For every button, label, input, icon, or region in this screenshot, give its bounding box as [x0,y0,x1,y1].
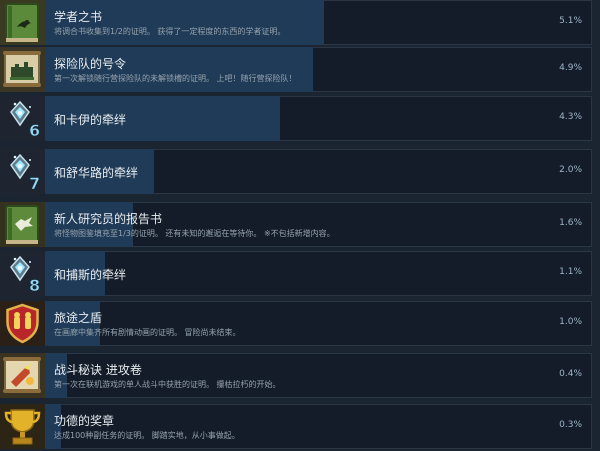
achievement-row[interactable]: 功德的奖章达成100种副任务的证明。 脚踏实地，从小事做起。 0.3% [0,404,600,449]
bond-crystal-6-icon: 6 [0,96,45,141]
red-shield-icon [0,301,45,346]
unlock-percentage: 4.3% [559,112,582,122]
achievement-title: 功德的奖章 [54,414,115,428]
achievement-description: 第一次解锁随行营探险队的未解锁槽的证明。 上吧！随行营探险队！ [54,74,297,83]
achievement-title: 战斗秘诀 进攻卷 [54,363,142,377]
unlock-percentage: 2.0% [559,165,582,175]
achievement-row[interactable]: 学者之书将调合书收集到1/2的证明。 获得了一定程度的东西的学者证明。 5.1% [0,0,600,45]
achievement-row[interactable]: 旅途之盾在画廊中集齐所有剧情动画的证明。 冒险尚未结束。 1.0% [0,301,600,346]
achievement-row-background [45,404,592,449]
achievement-title: 和舒华路的牵绊 [54,166,139,180]
achievement-row[interactable]: 新人研究员的报告书将怪物图鉴填充至1/3的证明。 还有未知的邂逅在等待你。 ※不… [0,202,600,247]
bond-level-number: 8 [29,276,40,295]
unlock-percentage: 0.3% [559,420,582,430]
achievement-title: 学者之书 [54,10,103,24]
achievement-description: 将怪物图鉴填充至1/3的证明。 还有未知的邂逅在等待你。 ※不包括新增内容。 [54,229,335,238]
gold-trophy-icon [0,404,45,449]
achievement-description: 达成100种副任务的证明。 脚踏实地，从小事做起。 [54,431,240,440]
achievement-title: 和卡伊的牵绊 [54,113,127,127]
unlock-percentage: 0.4% [559,369,582,379]
achievement-row-background [45,251,592,296]
achievement-row[interactable]: 8 和捕斯的牵绊 1.1% [0,251,600,296]
achievement-title: 和捕斯的牵绊 [54,268,127,282]
achievement-row[interactable]: 7 和舒华路的牵绊 2.0% [0,149,600,194]
green-book-monster-icon [0,202,45,247]
bond-level-number: 6 [29,121,40,140]
unlock-percentage: 4.9% [559,63,582,73]
achievement-description: 第一次在联机游戏的单人战斗中获胜的证明。 攥枯拉朽的开始。 [54,380,281,389]
bond-level-number: 7 [29,174,40,193]
unlock-percentage: 1.0% [559,317,582,327]
achievement-title: 新人研究员的报告书 [54,212,163,226]
achievement-title: 探险队的号令 [54,57,127,71]
unlock-percentage: 1.1% [559,267,582,277]
bond-crystal-7-icon: 7 [0,149,45,194]
achievement-list: 学者之书 将调合书收集到1/2的证明。 获得了一定程度的东西的学者证明。 5.1% … [0,0,600,451]
unlock-percentage: 5.1% [559,16,582,26]
unlock-percentage: 1.6% [559,218,582,228]
green-book-bird-icon [0,0,45,45]
achievement-row[interactable]: 6 和卡伊的牵绊 4.3% [0,96,600,141]
bond-crystal-8-icon: 8 [0,251,45,296]
scroll-attack-icon [0,353,45,398]
achievement-title: 旅途之盾 [54,311,103,325]
scroll-fortress-icon [0,47,45,92]
achievement-description: 将调合书收集到1/2的证明。 获得了一定程度的东西的学者证明。 [54,27,286,36]
achievement-row[interactable]: 探险队的号令第一次解锁随行营探险队的未解锁槽的证明。 上吧！随行营探险队！ 4.9… [0,47,600,92]
achievement-description: 在画廊中集齐所有剧情动画的证明。 冒险尚未结束。 [54,328,241,337]
achievement-row-background [45,301,592,346]
achievement-row[interactable]: 战斗秘诀 进攻卷第一次在联机游戏的单人战斗中获胜的证明。 攥枯拉朽的开始。 0.4… [0,353,600,398]
